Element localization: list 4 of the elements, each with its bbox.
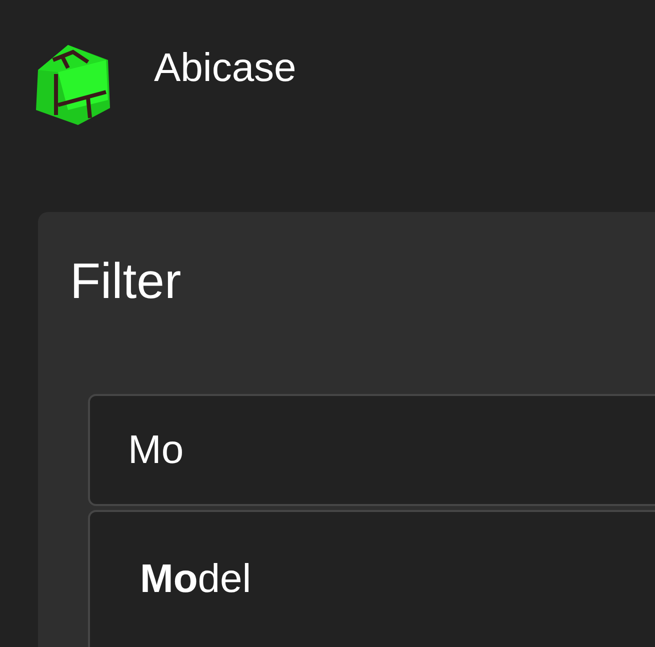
suggestion-item[interactable]: Model <box>88 510 655 647</box>
filter-input-field[interactable]: Mo <box>88 394 655 506</box>
filter-heading: Filter <box>70 252 182 310</box>
app-title: Abicase <box>154 46 296 91</box>
